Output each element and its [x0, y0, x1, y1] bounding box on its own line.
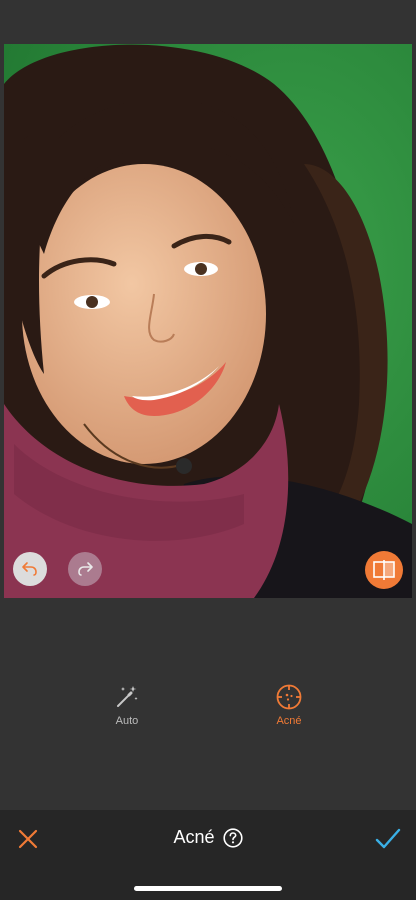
title-group: Acné [0, 827, 416, 848]
tool-auto-label: Auto [115, 715, 139, 727]
compare-icon [373, 560, 395, 580]
portrait-photo [4, 44, 412, 598]
magic-wand-icon [117, 686, 138, 707]
tool-auto[interactable]: Auto [87, 683, 167, 727]
tool-acne[interactable]: Acné [249, 683, 329, 727]
checkmark-icon [375, 828, 401, 849]
redo-icon [78, 562, 93, 576]
redo-button[interactable] [68, 552, 102, 586]
help-icon[interactable] [222, 827, 243, 848]
bottom-bar: Acné [0, 810, 416, 900]
acne-target-icon [276, 684, 302, 710]
photo-canvas[interactable] [4, 44, 412, 598]
tool-selector: Auto Acné [0, 683, 416, 733]
compare-button[interactable] [365, 551, 403, 589]
undo-icon [22, 562, 37, 576]
undo-button[interactable] [13, 552, 47, 586]
screen-title: Acné [173, 827, 215, 847]
confirm-button[interactable] [374, 826, 402, 852]
tool-acne-label: Acné [276, 715, 302, 727]
home-indicator [134, 886, 282, 891]
